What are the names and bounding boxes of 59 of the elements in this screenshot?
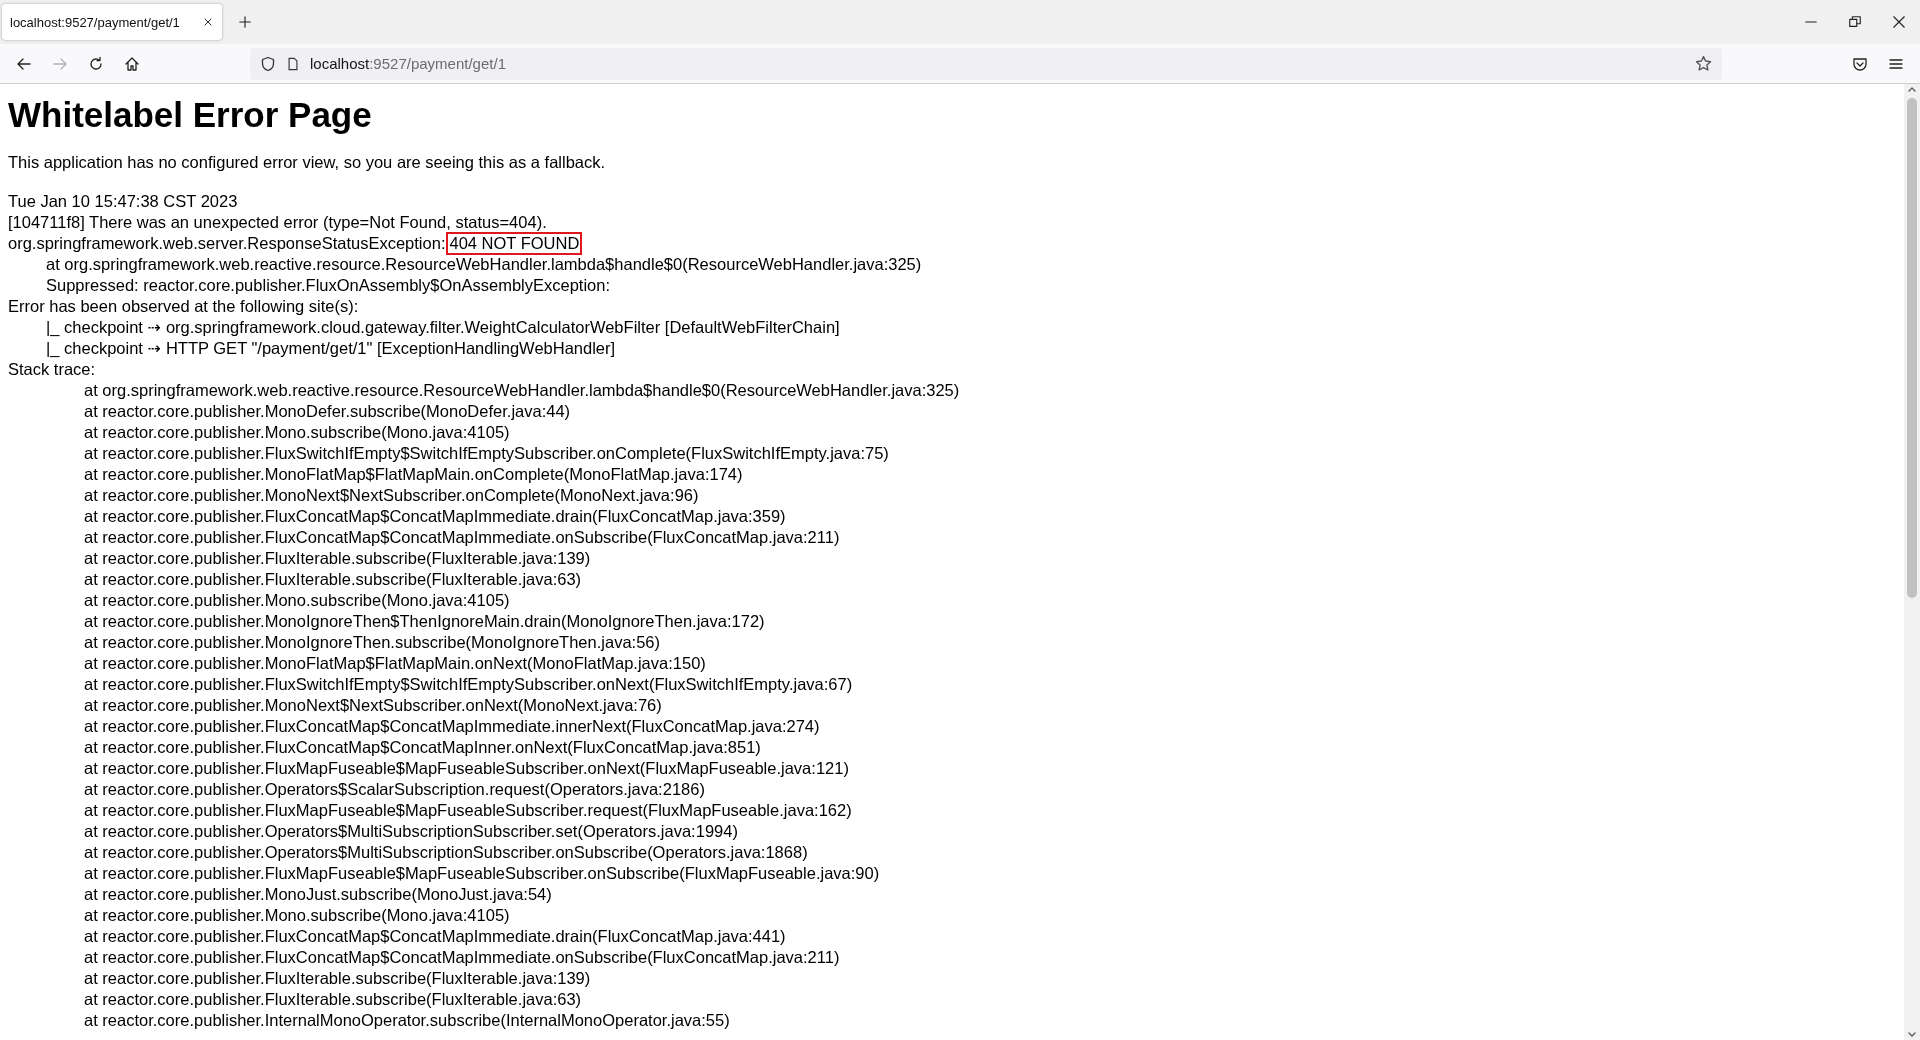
trace-line: at org.springframework.web.reactive.resource.ResourceWebHandler.lambda$handle$0(ResourceWebHandler.java:325) (46, 254, 922, 275)
stack-frame: at reactor.core.publisher.FluxConcatMap$ConcatMapImmediate.innerNext(FluxConcatMap.java:274) (84, 716, 820, 737)
star-icon[interactable] (1695, 55, 1712, 72)
stack-frame: at reactor.core.publisher.FluxConcatMap$ConcatMapImmediate.drain(FluxConcatMap.java:441) (84, 926, 786, 947)
close-icon[interactable] (1892, 15, 1906, 29)
stack-frame: at reactor.core.publisher.FluxMapFuseable$MapFuseableSubscriber.onSubscribe(FluxMapFuseable.java:90) (84, 863, 880, 884)
stack-frame: at reactor.core.publisher.FluxIterable.subscribe(FluxIterable.java:139) (84, 548, 591, 569)
error-text: [104711f8] There was an unexpected error (type=Not Found, status=404). (8, 212, 547, 233)
stack-frame: at org.springframework.web.reactive.resource.ResourceWebHandler.lambda$handle$0(ResourceWebHandler.java:325) (84, 380, 960, 401)
stack-frame: at reactor.core.publisher.MonoIgnoreThen.subscribe(MonoIgnoreThen.java:56) (84, 632, 660, 653)
error-text: Tue Jan 10 15:47:38 CST 2023 (8, 191, 238, 212)
scrollbar[interactable] (1904, 84, 1920, 1040)
shield-icon[interactable] (260, 55, 276, 72)
error-text: Stack trace: (8, 359, 96, 380)
browser-tab[interactable]: localhost:9527/payment/get/1 (2, 4, 222, 40)
stack-frame: at reactor.core.publisher.Operators$MultiSubscriptionSubscriber.set(Operators.java:1994) (84, 821, 738, 842)
stack-frame: at reactor.core.publisher.FluxMapFuseable$MapFuseableSubscriber.onNext(FluxMapFuseable.java:121) (84, 758, 849, 779)
home-icon[interactable] (124, 55, 140, 72)
stack-frame: at reactor.core.publisher.MonoDefer.subscribe(MonoDefer.java:44) (84, 401, 571, 422)
stack-frame: at reactor.core.publisher.FluxConcatMap$ConcatMapImmediate.onSubscribe(FluxConcatMap.java:211) (84, 947, 840, 968)
pocket-icon[interactable] (1852, 55, 1868, 72)
stack-frame: at reactor.core.publisher.FluxConcatMap$ConcatMapInner.onNext(FluxConcatMap.java:851) (84, 737, 761, 758)
trace-line: |_ checkpoint ⇢ HTTP GET "/payment/get/1" [ExceptionHandlingWebHandler] (46, 338, 616, 359)
stack-frame: at reactor.core.publisher.MonoFlatMap$FlatMapMain.onComplete(MonoFlatMap.java:174) (84, 464, 743, 485)
url-host: localhost (310, 55, 370, 72)
stack-frame: at reactor.core.publisher.FluxMapFuseable$MapFuseableSubscriber.request(FluxMapFuseable.java:162) (84, 800, 852, 821)
stack-frame: at reactor.core.publisher.FluxConcatMap$ConcatMapImmediate.drain(FluxConcatMap.java:359) (84, 506, 786, 527)
stack-frame: at reactor.core.publisher.FluxConcatMap$ConcatMapImmediate.onSubscribe(FluxConcatMap.java:211) (84, 527, 840, 548)
page-icon[interactable] (286, 56, 300, 71)
scrollbar-thumb[interactable] (1907, 98, 1917, 598)
stack-frame: at reactor.core.publisher.Mono.subscribe(Mono.java:4105) (84, 905, 510, 926)
reload-icon[interactable] (88, 55, 104, 72)
stack-frame: at reactor.core.publisher.MonoNext$NextSubscriber.onNext(MonoNext.java:76) (84, 695, 662, 716)
intro-text: This application has no configured error view, so you are seeing this as a fallback. (8, 152, 607, 173)
stack-frame: at reactor.core.publisher.Mono.subscribe(Mono.java:4105) (84, 422, 510, 443)
exception-name: org.springframework.web.server.ResponseStatusException: (8, 233, 446, 254)
stack-frame: at reactor.core.publisher.FluxIterable.subscribe(FluxIterable.java:63) (84, 989, 582, 1010)
url-path: :9527/payment/get/1 (369, 55, 506, 72)
stack-frame: at reactor.core.publisher.FluxSwitchIfEmpty$SwitchIfEmptySubscriber.onComplete(FluxSwitchIfEmpty.java:75) (84, 443, 889, 464)
stack-frame: at reactor.core.publisher.MonoFlatMap$FlatMapMain.onNext(MonoFlatMap.java:150) (84, 653, 706, 674)
stack-frame: at reactor.core.publisher.Operators$MultiSubscriptionSubscriber.onSubscribe(Operators.java:1868) (84, 842, 808, 863)
trace-line: Suppressed: reactor.core.publisher.FluxOnAssembly$OnAssemblyException: (46, 275, 611, 296)
trace-line: |_ checkpoint ⇢ org.springframework.cloud.gateway.filter.WeightCalculatorWebFilter [DefaultWebFilterChain] (46, 317, 840, 338)
stack-frame: at reactor.core.publisher.Operators$ScalarSubscription.request(Operators.java:2186) (84, 779, 705, 800)
stack-frame: at reactor.core.publisher.FluxIterable.subscribe(FluxIterable.java:63) (84, 569, 582, 590)
restore-icon[interactable] (1848, 15, 1862, 29)
close-icon[interactable] (202, 16, 214, 28)
stack-frame: at reactor.core.publisher.MonoNext$NextSubscriber.onComplete(MonoNext.java:96) (84, 485, 699, 506)
stack-frame: at reactor.core.publisher.MonoJust.subscribe(MonoJust.java:54) (84, 884, 552, 905)
stack-frame: at reactor.core.publisher.InternalMonoOperator.subscribe(InternalMonoOperator.java:55) (84, 1010, 730, 1031)
plus-icon[interactable] (238, 15, 252, 29)
error-text: Error has been observed at the following site(s): (8, 296, 359, 317)
stack-frame: at reactor.core.publisher.MonoIgnoreThen$ThenIgnoreMain.drain(MonoIgnoreThen.java:172) (84, 611, 765, 632)
stack-frame: at reactor.core.publisher.Mono.subscribe(Mono.java:4105) (84, 590, 510, 611)
error-message: 404 NOT FOUND (447, 233, 582, 254)
page-heading: Whitelabel Error Page (8, 94, 373, 136)
stack-frame: at reactor.core.publisher.FluxSwitchIfEmpty$SwitchIfEmptySubscriber.onNext(FluxSwitchIfEmpty.java:67) (84, 674, 853, 695)
stack-frame: at reactor.core.publisher.FluxIterable.subscribe(FluxIterable.java:139) (84, 968, 591, 989)
address-bar[interactable]: localhost:9527/payment/get/1 (250, 47, 1722, 80)
